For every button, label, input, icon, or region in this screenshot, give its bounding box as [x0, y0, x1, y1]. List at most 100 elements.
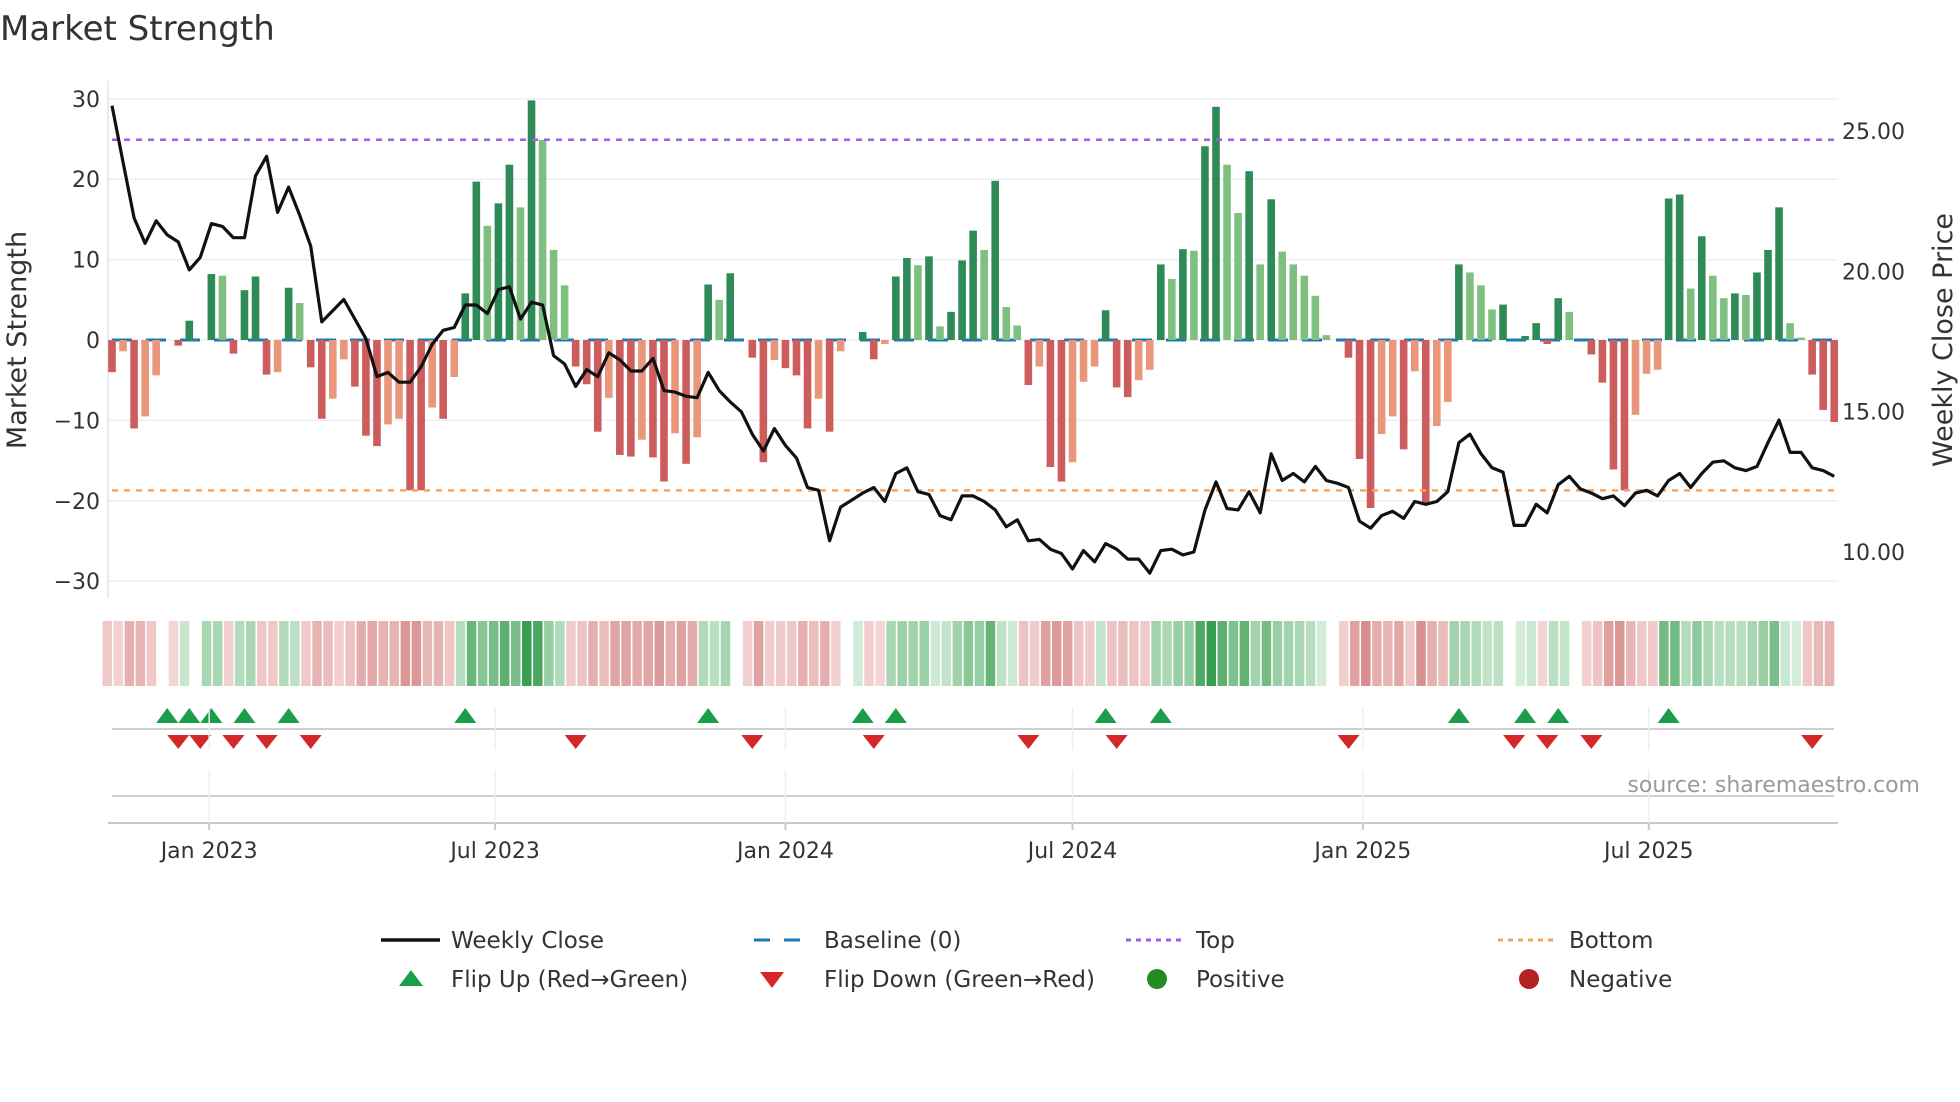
- heatmap-cell: [720, 621, 731, 686]
- negative-bar: [682, 340, 690, 464]
- triangle-up-icon: [399, 970, 423, 986]
- heatmap-cell: [1129, 621, 1139, 686]
- positive-bar: [1764, 249, 1772, 340]
- y-tick-label: 10: [72, 249, 100, 274]
- negative-bar: [1631, 340, 1640, 415]
- heatmap-cell: [400, 621, 411, 686]
- negative-bar: [869, 340, 878, 360]
- positive-bar: [1565, 311, 1574, 340]
- positive-bar: [925, 256, 933, 340]
- legend-label: Flip Down (Green→Red): [824, 967, 1095, 993]
- positive-bar: [991, 180, 999, 340]
- negative-bar: [1587, 340, 1596, 355]
- heatmap-cell: [234, 621, 245, 686]
- negative-bar: [593, 340, 602, 432]
- x-tick-label: Jul 2025: [1602, 839, 1694, 864]
- positive-bar: [1686, 288, 1695, 340]
- positive-bar: [483, 225, 492, 340]
- positive-bar: [1300, 275, 1309, 340]
- negative-bar: [317, 340, 326, 419]
- right-axis-ticks: 25.00 20.00 15.00 10.00: [1842, 120, 1905, 566]
- heatmap-cell: [102, 621, 112, 686]
- y-tick-label: 30: [72, 88, 100, 113]
- heatmap-cell: [1007, 621, 1018, 686]
- x-axis-ticks: Jan 2023 Jul 2023 Jan 2024 Jul 2024 Jan 2025…: [159, 707, 1694, 864]
- flip-up-marker: [233, 708, 256, 723]
- positive-bar: [1002, 307, 1011, 340]
- flip-down-marker: [1536, 735, 1559, 749]
- negative-bar: [1366, 340, 1375, 509]
- flip-up-marker: [1657, 708, 1680, 723]
- flip-up-marker: [178, 708, 201, 723]
- heatmap-cell: [632, 621, 642, 686]
- flip-up-marker: [156, 708, 179, 723]
- positive-bar: [1157, 264, 1165, 340]
- y2-tick-label: 10.00: [1842, 541, 1905, 566]
- legend-label: Bottom: [1569, 928, 1653, 954]
- negative-bar: [781, 340, 790, 369]
- heatmap-cell: [1769, 621, 1780, 686]
- heatmap-cell: [411, 621, 422, 686]
- heatmap-cell: [1361, 621, 1371, 686]
- legend-item-flip-up[interactable]: Flip Up (Red→Green): [399, 967, 688, 993]
- negative-bar: [1819, 340, 1827, 410]
- negative-bar: [748, 340, 757, 358]
- positive-bar: [1013, 325, 1022, 340]
- heatmap-cell: [1350, 621, 1360, 686]
- heatmap-cell: [1471, 621, 1481, 686]
- heatmap-cell: [919, 621, 929, 686]
- flip-up-marker: [1447, 708, 1470, 723]
- heatmap-cell: [1140, 621, 1150, 686]
- heatmap-cell: [952, 621, 963, 686]
- flip-markers: [108, 708, 1838, 824]
- heatmap-cell: [886, 621, 896, 686]
- heatmap-cell: [786, 621, 797, 686]
- heatmap-cell: [588, 621, 598, 686]
- heatmap-cell: [1206, 621, 1216, 686]
- y-tick-label: −30: [54, 570, 100, 595]
- negative-bar: [792, 340, 801, 376]
- heatmap-cell: [1096, 621, 1106, 686]
- heatmap-cell: [1107, 621, 1117, 686]
- positive-bar: [284, 287, 293, 340]
- heatmap-cell: [1581, 621, 1592, 686]
- negative-bar: [1046, 340, 1055, 468]
- heatmap-cell: [676, 621, 687, 686]
- positive-bar: [980, 249, 988, 340]
- legend-item-flip-down[interactable]: Flip Down (Green→Red): [760, 967, 1095, 993]
- positive-bar: [1709, 275, 1717, 340]
- legend-item-negative[interactable]: Negative: [1519, 967, 1672, 993]
- negative-bar: [638, 340, 646, 440]
- heatmap-cell: [1537, 621, 1548, 686]
- heatmap-cell: [1394, 621, 1404, 686]
- heatmap-cell: [764, 621, 775, 686]
- positive-bar: [1720, 298, 1728, 340]
- flip-up-marker: [200, 708, 223, 723]
- heatmap-cell: [1747, 621, 1757, 686]
- heatmap-cell: [1294, 621, 1305, 686]
- negative-bar: [1134, 340, 1143, 381]
- legend-item-weekly-close[interactable]: Weekly Close: [381, 928, 604, 954]
- negative-bar: [406, 340, 414, 491]
- legend-item-bottom[interactable]: Bottom: [1498, 928, 1653, 954]
- negative-bar: [1653, 340, 1662, 370]
- flip-up-marker: [454, 708, 477, 723]
- negative-bar: [1024, 340, 1033, 386]
- heatmap-cell: [996, 621, 1007, 686]
- heatmap-cell: [201, 621, 212, 686]
- legend-item-baseline[interactable]: Baseline (0): [754, 928, 961, 954]
- x-tick-label: Jan 2023: [159, 839, 258, 864]
- heatmap-cell: [179, 621, 190, 686]
- legend-item-positive[interactable]: Positive: [1147, 967, 1285, 993]
- legend-item-top[interactable]: Top: [1126, 928, 1235, 954]
- heatmap-cell: [135, 621, 146, 686]
- heatmap-cell: [1416, 621, 1426, 686]
- heatmap-cell: [742, 621, 753, 686]
- heatmap-cell: [433, 621, 444, 686]
- negative-bar: [141, 340, 149, 417]
- legend-label: Top: [1195, 928, 1235, 954]
- positive-bar: [1278, 251, 1287, 340]
- heatmap-cell: [599, 621, 609, 686]
- negative-bar: [119, 340, 127, 352]
- negative-bar: [1444, 340, 1452, 402]
